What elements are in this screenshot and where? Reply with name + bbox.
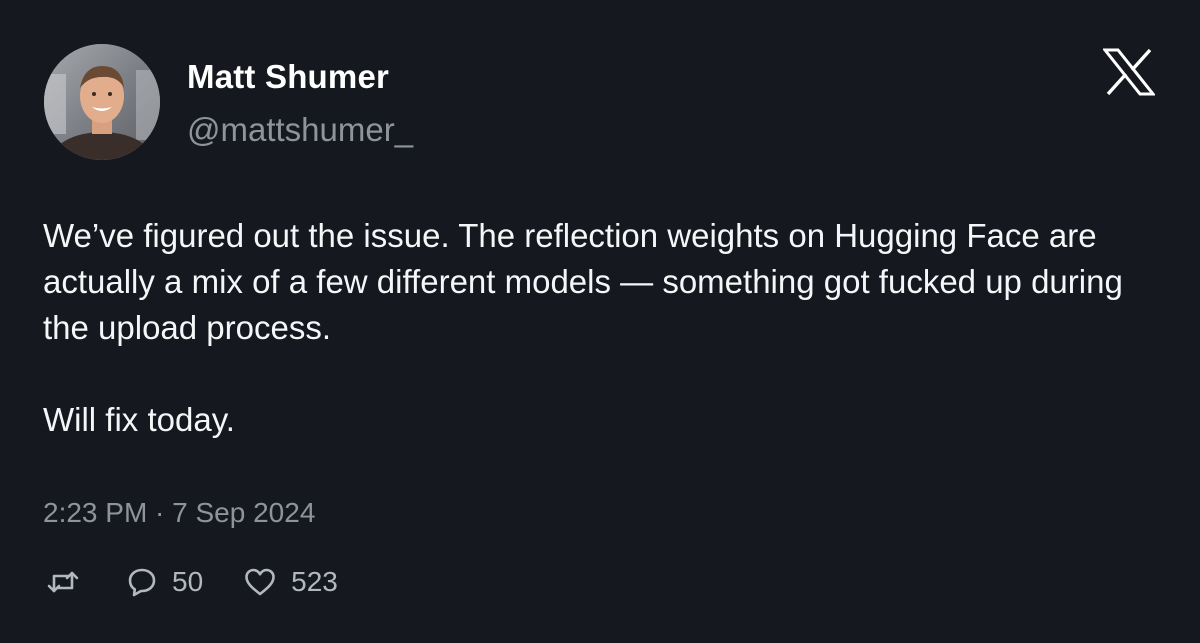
- like-button[interactable]: 523: [243, 566, 338, 598]
- x-logo-icon[interactable]: [1103, 48, 1155, 96]
- reply-icon: [128, 568, 156, 597]
- display-name[interactable]: Matt Shumer: [187, 58, 389, 96]
- user-handle[interactable]: @mattshumer_: [187, 111, 413, 149]
- tweet-text: We’ve figured out the issue. The reflect…: [43, 213, 1163, 443]
- tweet-paragraph: Will fix today.: [43, 401, 235, 438]
- tweet-timestamp[interactable]: 2:23 PM · 7 Sep 2024: [43, 497, 315, 529]
- like-count: 523: [291, 566, 338, 597]
- tweet-paragraph: We’ve figured out the issue. The reflect…: [43, 217, 1123, 346]
- reply-count: 50: [172, 566, 204, 597]
- heart-icon: [245, 568, 275, 596]
- tweet-actions: 50 523: [46, 560, 338, 604]
- tweet-card: Matt Shumer @mattshumer_ We’ve figured o…: [0, 0, 1200, 643]
- retweet-button[interactable]: [46, 565, 80, 599]
- retweet-icon: [47, 571, 79, 593]
- avatar-image: [44, 44, 160, 160]
- avatar[interactable]: [44, 44, 160, 160]
- reply-button[interactable]: 50: [126, 566, 203, 598]
